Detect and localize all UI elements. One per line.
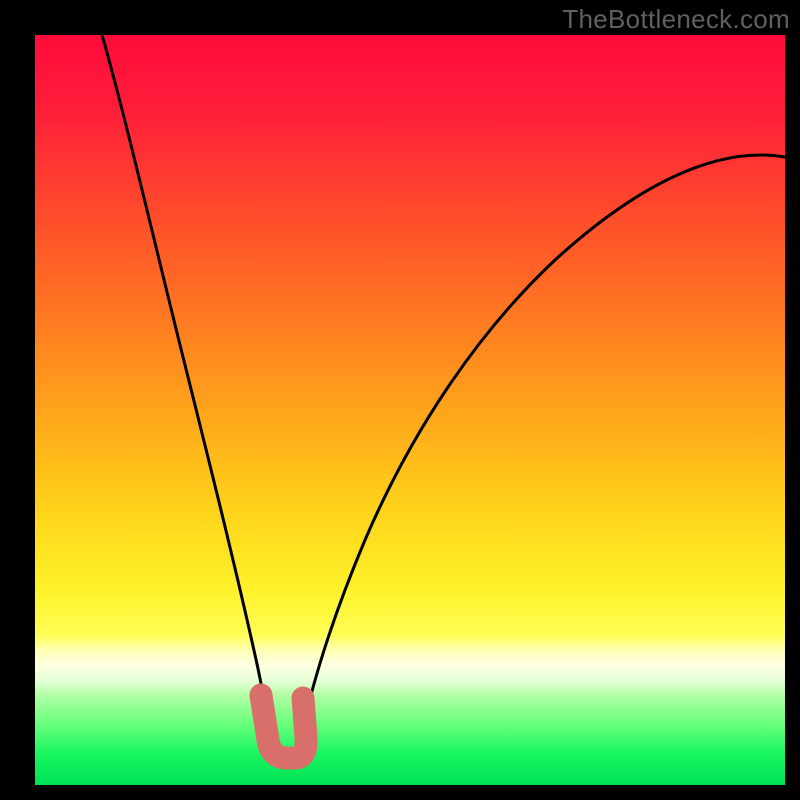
curve-layer	[35, 35, 785, 785]
chart-frame: TheBottleneck.com	[0, 0, 800, 800]
plot-area	[35, 35, 785, 785]
highlight-marker	[261, 695, 306, 758]
watermark-text: TheBottleneck.com	[562, 4, 790, 35]
right-branch-curve	[301, 155, 785, 740]
left-branch-curve	[102, 35, 269, 740]
